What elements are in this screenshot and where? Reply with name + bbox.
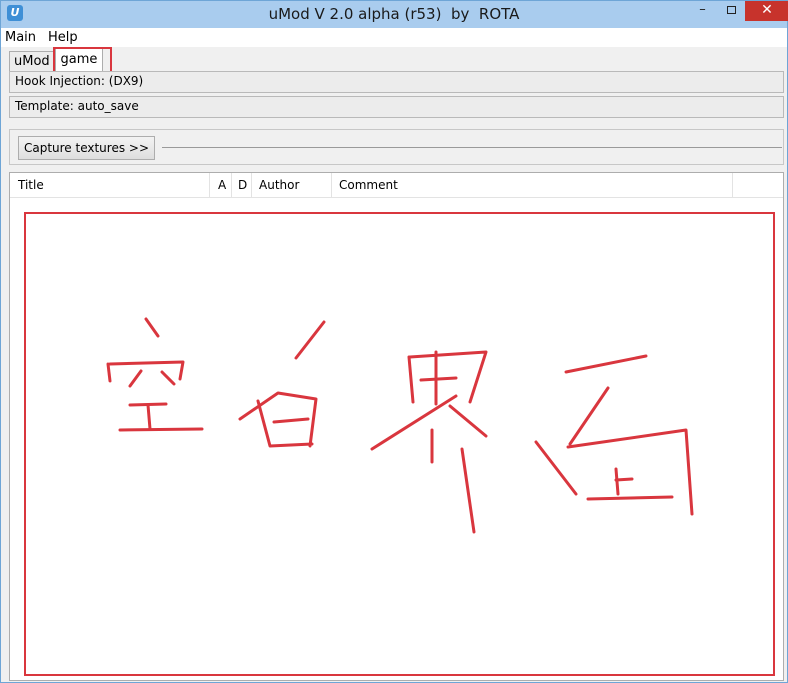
game-tab-panel: Hook Injection: (DX9) Template: auto_sav…: [9, 71, 785, 681]
title-bar[interactable]: U uMod V 2.0 alpha (r53) by ROTA – ✕: [1, 1, 788, 28]
tab-umod[interactable]: uMod: [9, 51, 57, 71]
minimize-button[interactable]: –: [689, 1, 716, 21]
list-header: Title A D Author Comment: [10, 173, 783, 198]
template-label: Template: auto_save: [9, 96, 784, 118]
handwriting-blank-interface: [106, 317, 694, 534]
hook-injection-label: Hook Injection: (DX9): [9, 71, 784, 93]
menu-main[interactable]: Main: [5, 30, 36, 45]
window-title: uMod V 2.0 alpha (r53) by ROTA: [268, 5, 520, 23]
tab-strip: uMod game: [1, 47, 787, 71]
menu-help[interactable]: Help: [48, 30, 78, 45]
capture-group: Capture textures >>: [9, 129, 784, 165]
capture-separator: [162, 147, 782, 148]
column-comment[interactable]: Comment: [332, 173, 733, 198]
column-title[interactable]: Title: [10, 173, 210, 198]
close-button[interactable]: ✕: [745, 1, 788, 21]
column-d[interactable]: D: [232, 173, 252, 198]
column-author[interactable]: Author: [252, 173, 332, 198]
maximize-button[interactable]: [718, 1, 745, 21]
maximize-icon: [727, 6, 736, 14]
app-window: U uMod V 2.0 alpha (r53) by ROTA – ✕ Mai…: [0, 0, 788, 683]
menu-bar: Main Help: [1, 28, 787, 47]
capture-textures-button[interactable]: Capture textures >>: [18, 136, 155, 160]
mod-list[interactable]: Title A D Author Comment: [9, 172, 784, 681]
column-a[interactable]: A: [210, 173, 232, 198]
empty-list-annotation: [24, 212, 775, 676]
